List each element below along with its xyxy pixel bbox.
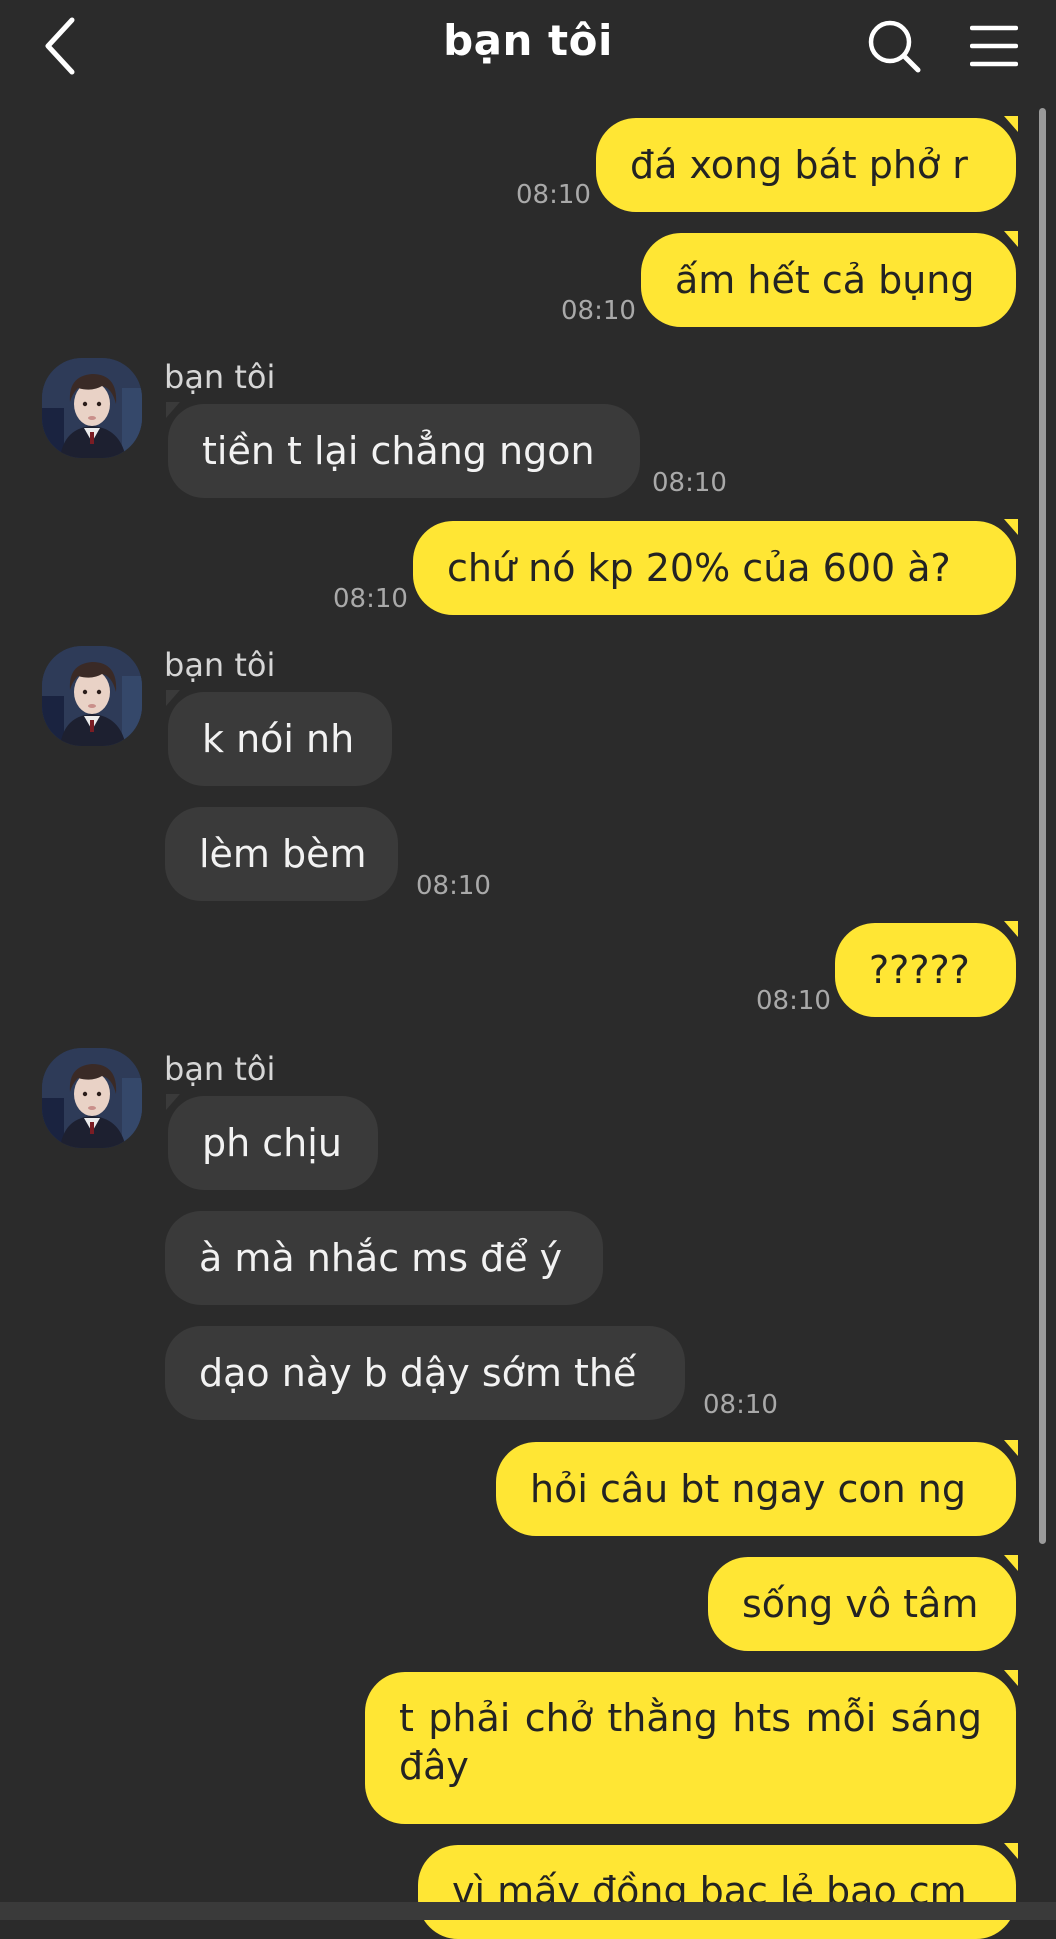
outgoing-message[interactable]: đá xong bát phở r xyxy=(596,116,1018,212)
sender-name: bạn tôi xyxy=(164,1050,276,1088)
message-time: 08:10 xyxy=(516,180,591,210)
message-time: 08:10 xyxy=(416,871,491,901)
message-text: đá xong bát phở r xyxy=(630,143,968,187)
message-text: lèm bèm xyxy=(199,832,367,876)
message-time: 08:10 xyxy=(561,296,636,326)
message-time: 08:10 xyxy=(756,986,831,1016)
outgoing-message[interactable]: chứ nó kp 20% của 600 à? xyxy=(413,519,1018,615)
message-text: ph chịu xyxy=(202,1121,342,1165)
message-time: 08:10 xyxy=(333,584,408,614)
outgoing-message[interactable]: vì mấy đồng bạc lẻ bao cm xyxy=(418,1843,1018,1939)
incoming-message[interactable]: tiền t lại chẳng ngon xyxy=(166,402,640,498)
message-text: ấm hết cả bụng xyxy=(675,258,975,302)
search-button[interactable] xyxy=(866,18,922,74)
chat-header: bạn tôi xyxy=(0,0,1056,96)
menu-button[interactable] xyxy=(969,22,1019,70)
outgoing-message[interactable]: hỏi câu bt ngay con ng xyxy=(496,1440,1018,1536)
contact-avatar[interactable] xyxy=(42,646,142,746)
outgoing-message[interactable]: sống vô tâm xyxy=(708,1555,1018,1651)
outgoing-message[interactable]: ????? xyxy=(835,921,1018,1017)
avatar-photo xyxy=(42,1048,142,1148)
incoming-message[interactable]: lèm bèm xyxy=(165,807,398,901)
outgoing-message[interactable]: ấm hết cả bụng xyxy=(641,231,1018,327)
incoming-message[interactable]: dạo này b dậy sớm thế xyxy=(165,1326,685,1420)
sender-name: bạn tôi xyxy=(164,358,276,396)
message-text: k nói nh xyxy=(202,717,355,761)
message-text: hỏi câu bt ngay con ng xyxy=(530,1467,966,1511)
message-time: 08:10 xyxy=(652,468,727,498)
message-text: chứ nó kp 20% của 600 à? xyxy=(447,546,951,590)
message-text: sống vô tâm xyxy=(742,1582,979,1626)
incoming-message[interactable]: ph chịu xyxy=(166,1094,378,1190)
hamburger-menu-icon xyxy=(969,25,1019,67)
sender-name: bạn tôi xyxy=(164,646,276,684)
incoming-message[interactable]: à mà nhắc ms để ý xyxy=(165,1211,603,1305)
incoming-message[interactable]: k nói nh xyxy=(166,690,392,786)
message-text: tiền t lại chẳng ngon xyxy=(202,429,595,473)
contact-avatar[interactable] xyxy=(42,358,142,458)
contact-avatar[interactable] xyxy=(42,1048,142,1148)
search-icon xyxy=(868,20,921,73)
message-text: à mà nhắc ms để ý xyxy=(199,1236,563,1280)
chat-scrollbar[interactable] xyxy=(1039,108,1046,1544)
message-text: t phải chở thằng hts mỗi sáng đây xyxy=(399,1696,982,1788)
avatar-photo xyxy=(42,358,142,458)
message-time: 08:10 xyxy=(703,1390,778,1420)
input-bar-edge xyxy=(0,1902,1056,1920)
avatar-photo xyxy=(42,646,142,746)
message-text: ????? xyxy=(869,948,970,992)
message-text: dạo này b dậy sớm thế xyxy=(199,1351,637,1395)
outgoing-message[interactable]: t phải chở thằng hts mỗi sáng đây xyxy=(365,1670,1018,1824)
